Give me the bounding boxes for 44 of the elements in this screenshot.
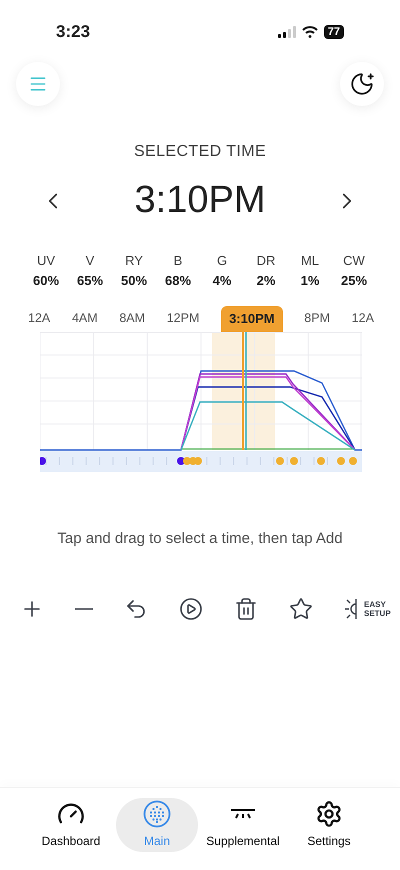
channel-value: 65%: [76, 272, 104, 290]
section-heading: SELECTED TIME: [132, 142, 268, 162]
schedule-point[interactable]: [40, 457, 46, 465]
tab-item[interactable]: Supplemental: [202, 798, 284, 852]
wifi-icon: [302, 26, 318, 38]
moon-stars-icon: [349, 71, 375, 97]
time-label: 4AM: [72, 310, 98, 328]
channel-value: 1%: [300, 272, 320, 290]
play-icon: [179, 596, 203, 620]
instruction-text: Tap and drag to select a time, then tap Add: [56, 529, 344, 549]
trash-icon: [234, 596, 258, 620]
time-label: 12PM: [166, 310, 200, 328]
channel-value: 25%: [340, 272, 368, 290]
channel-value: 50%: [120, 272, 148, 290]
easy-setup-button[interactable]: EASY SETUP: [340, 594, 394, 624]
channel-value: 68%: [164, 272, 192, 290]
tab-item[interactable]: Dashboard: [30, 798, 112, 852]
channel-name: DR: [256, 252, 276, 270]
channel-name: CW: [343, 252, 365, 270]
minus-icon: [75, 608, 93, 610]
channel-name: ML: [300, 252, 320, 270]
battery-indicator: 77: [324, 25, 344, 39]
dotted-circle-icon: [143, 800, 171, 828]
signal-icon: [278, 26, 296, 38]
channel-value: 2%: [256, 272, 276, 290]
status-time: 3:23: [56, 21, 90, 44]
time-label: 8PM: [304, 310, 330, 328]
channel-name: UV: [36, 252, 56, 270]
time-label: 12A: [28, 310, 50, 328]
channel-value: 60%: [32, 272, 60, 290]
time-label: 12A: [352, 310, 374, 328]
selected-time: 3:10PM: [134, 178, 266, 223]
channel-value: 4%: [212, 272, 232, 290]
channel-name: RY: [125, 252, 143, 270]
night-mode-button[interactable]: [340, 62, 384, 106]
star-icon: [289, 596, 313, 620]
time-marker[interactable]: 3:10PM: [221, 306, 283, 332]
tab-item[interactable]: Settings: [288, 798, 370, 852]
channel-name: G: [216, 252, 228, 270]
channel-name: V: [86, 252, 94, 270]
settings-icon: [315, 800, 343, 828]
channel-name: B: [174, 252, 182, 270]
time-label: 8AM: [119, 310, 146, 328]
timeline-track[interactable]: [40, 451, 362, 472]
